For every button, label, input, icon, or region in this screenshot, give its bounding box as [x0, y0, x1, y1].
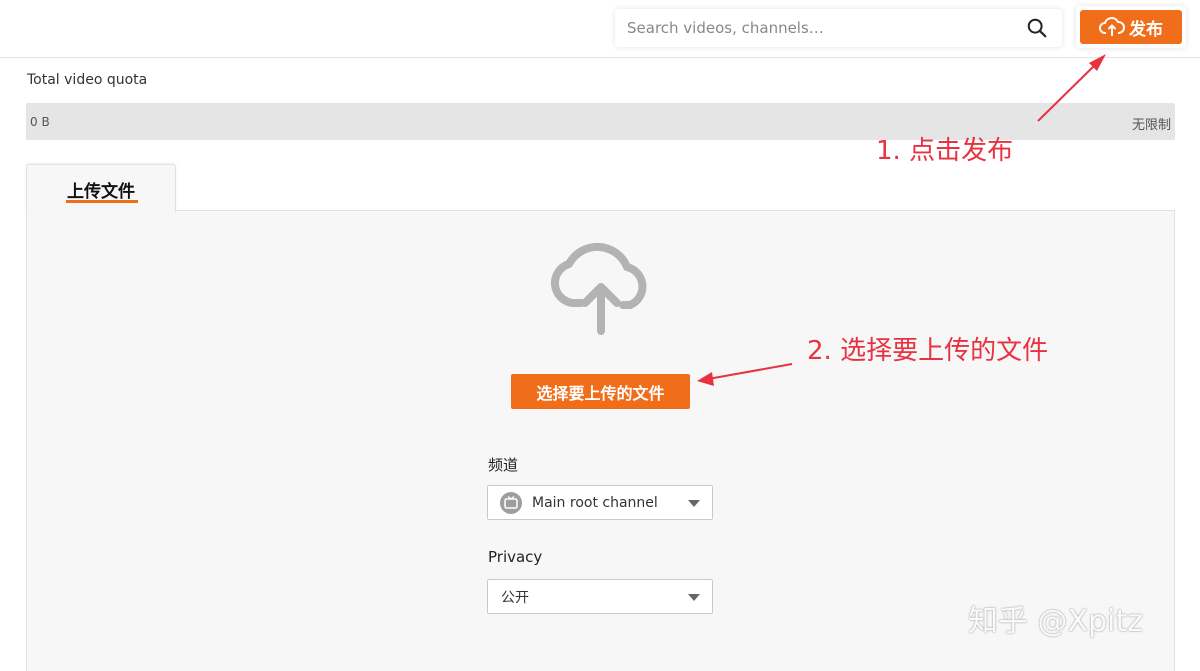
cloud-upload-icon	[1099, 17, 1125, 36]
top-header: 发布	[0, 0, 1200, 58]
privacy-select[interactable]: 公开	[487, 579, 713, 614]
page: 发布 Total video quota 0 B 无限制 上传文件 选择要上传的…	[0, 0, 1200, 671]
search-box[interactable]	[615, 9, 1062, 47]
publish-button-frame: 发布	[1076, 6, 1186, 48]
annotation-step-1: 1. 点击发布	[876, 136, 1014, 166]
choose-file-button[interactable]: 选择要上传的文件	[511, 374, 690, 409]
publish-button[interactable]: 发布	[1080, 10, 1182, 44]
search-icon[interactable]	[1026, 17, 1048, 39]
tab-upload-file[interactable]: 上传文件	[26, 164, 176, 212]
channel-select-value: Main root channel	[532, 494, 658, 511]
chevron-down-icon	[688, 500, 700, 507]
privacy-select-value: 公开	[501, 589, 529, 606]
privacy-label: Privacy	[488, 548, 543, 566]
watermark: 知乎 @Xpitz	[968, 604, 1143, 639]
annotation-step-2: 2. 选择要上传的文件	[807, 336, 1049, 366]
search-input[interactable]	[615, 10, 1005, 46]
quota-limit-value: 无限制	[1131, 118, 1171, 133]
quota-title: Total video quota	[27, 72, 148, 88]
tab-upload-file-label: 上传文件	[67, 182, 135, 202]
channel-avatar	[500, 491, 522, 514]
chevron-down-icon	[688, 594, 700, 601]
quota-used-value: 0 B	[30, 115, 50, 129]
tv-icon	[504, 496, 518, 509]
channel-select[interactable]: Main root channel	[487, 485, 713, 520]
cloud-upload-icon	[550, 243, 647, 335]
active-tab-indicator	[66, 200, 138, 203]
publish-button-label: 发布	[1129, 19, 1163, 40]
channel-label: 频道	[488, 456, 519, 474]
